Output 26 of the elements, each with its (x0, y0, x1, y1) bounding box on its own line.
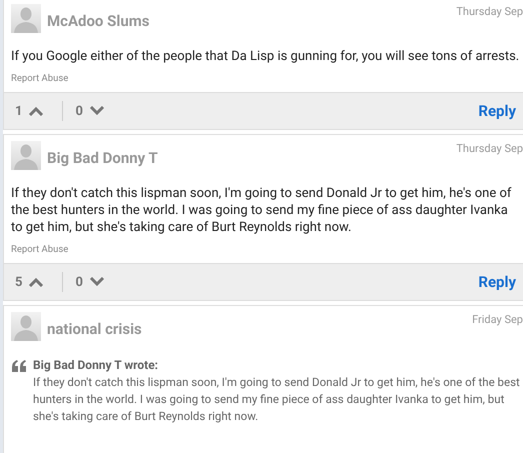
upvote-count: 5 (15, 274, 22, 290)
comment-text: If you Google either of the people that Da Lisp is gunning for, you will see tons of arrests. (11, 48, 520, 65)
upvote-button[interactable] (28, 277, 44, 287)
avatar-icon (11, 312, 41, 341)
report-abuse-link[interactable]: Report Abuse (11, 244, 68, 255)
author-name: Big Bad Donny T (47, 149, 158, 167)
quote-author: Big Bad Donny T wrote: (33, 358, 160, 372)
report-abuse-link[interactable]: Report Abuse (11, 73, 68, 84)
comment-text: If they don't catch this lispman soon, I'm going to send Donald Jr to get him, he's one of the best hunters in the world. I was going to send my fine piece of ass daughter Ivanka to get him, but she's taking care of Burt Reynolds right now. (11, 185, 512, 236)
comment-date: Thursday Sep (456, 142, 523, 155)
reply-button[interactable]: Reply (478, 102, 516, 120)
author-name: McAdoo Slums (47, 12, 150, 30)
upvote-count: 1 (15, 104, 22, 118)
comment-date: Friday Sep (472, 313, 523, 326)
downvote-count: 0 (75, 104, 83, 118)
avatar-icon (11, 4, 41, 33)
upvote-button[interactable] (28, 106, 44, 116)
avatar-icon (11, 141, 41, 170)
downvote-button[interactable] (88, 277, 105, 287)
quote-text: If they don't catch this lispman soon, I'm going to send Donald Jr to get him, he's one of the best hunters in the world. I was going to send my fine piece of ass daughter Ivanka to get him, but she's taking care of Burt Reynolds right now. (33, 374, 521, 425)
author-name: national crisis (47, 320, 142, 338)
reply-button[interactable]: Reply (478, 273, 516, 291)
downvote-button[interactable] (88, 106, 105, 116)
downvote-count: 0 (75, 274, 83, 290)
quote-icon (11, 360, 27, 372)
comment-date: Thursday Sep (456, 5, 523, 18)
